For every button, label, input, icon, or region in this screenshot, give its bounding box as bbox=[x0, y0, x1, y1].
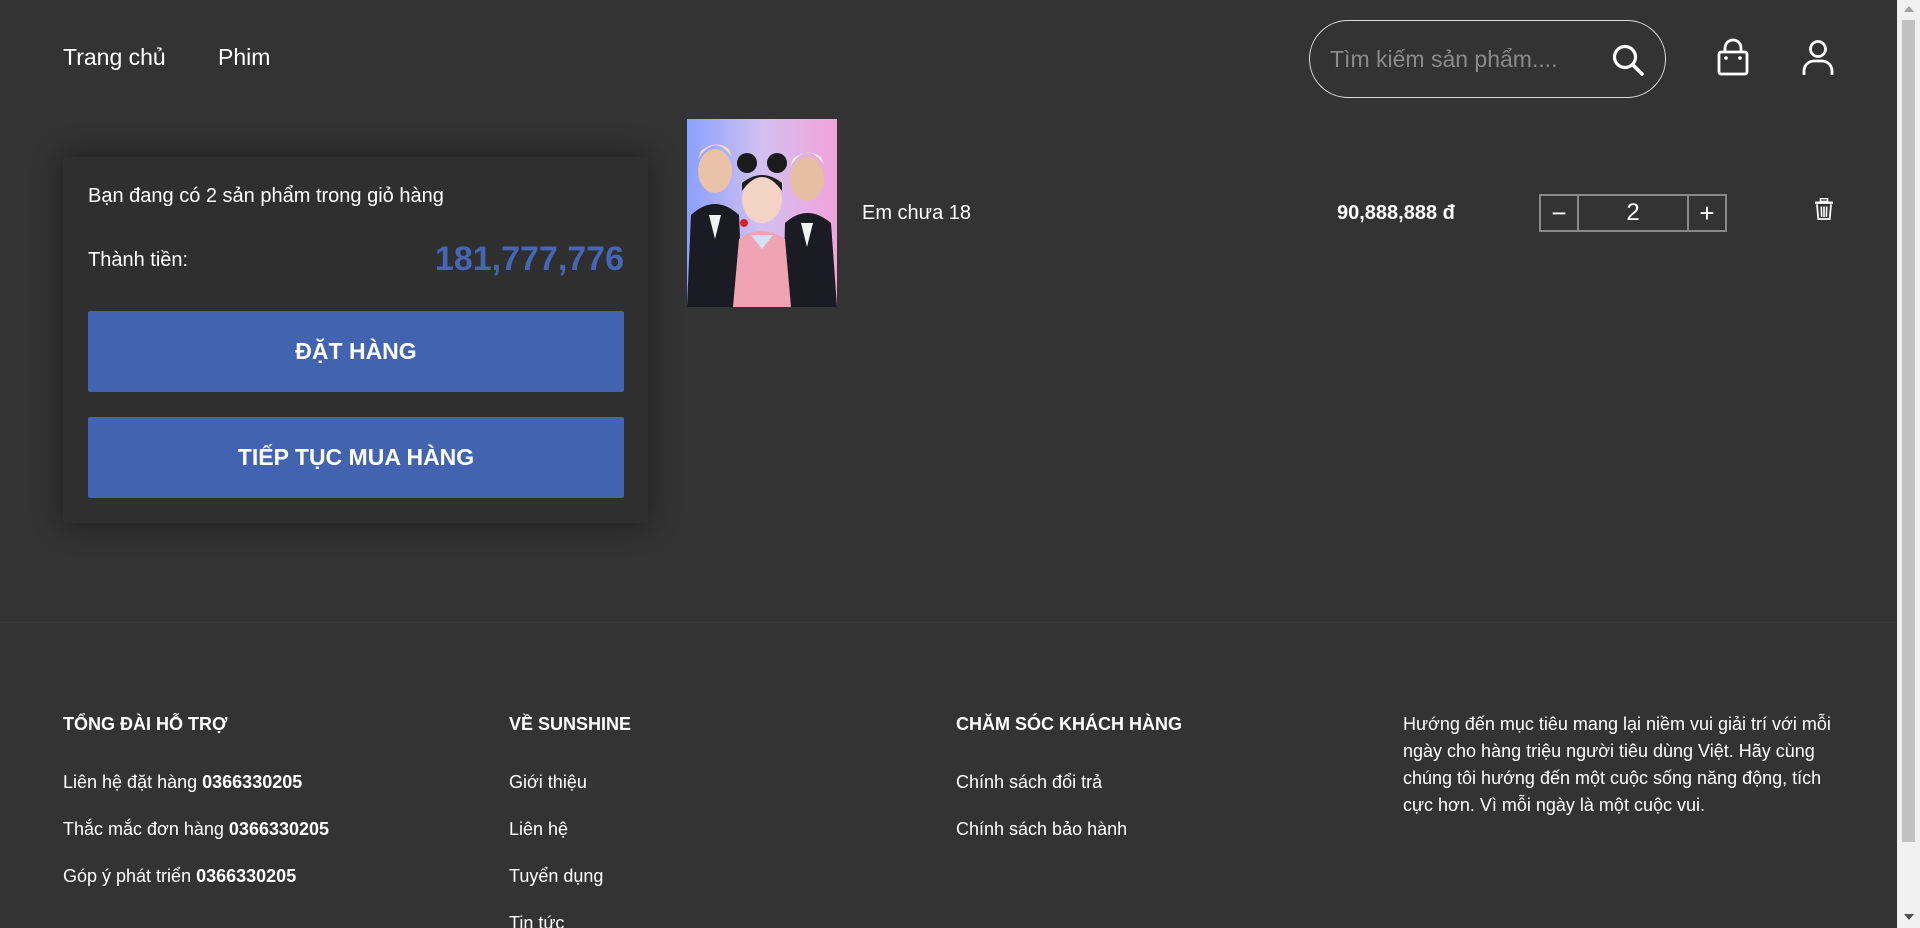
cart-summary-card: Bạn đang có 2 sản phẩm trong giỏ hàng Th… bbox=[63, 157, 648, 523]
place-order-button[interactable]: ĐẶT HÀNG bbox=[88, 311, 624, 392]
quantity-stepper: − 2 + bbox=[1539, 194, 1727, 232]
trash-icon[interactable] bbox=[1814, 198, 1834, 220]
quantity-value[interactable]: 2 bbox=[1577, 196, 1689, 230]
footer-support-order: Liên hệ đặt hàng 0366330205 bbox=[63, 772, 303, 792]
footer-link-return-policy[interactable]: Chính sách đổi trả bbox=[956, 772, 1102, 793]
nav-movies-link[interactable]: Phim bbox=[218, 44, 270, 71]
cart-count-text: Bạn đang có 2 sản phẩm trong giỏ hàng bbox=[88, 185, 444, 207]
user-icon[interactable] bbox=[1800, 38, 1836, 78]
support-phone[interactable]: 0366330205 bbox=[229, 819, 329, 839]
movie-poster-image[interactable] bbox=[687, 119, 837, 307]
footer-care-heading: CHĂM SÓC KHÁCH HÀNG bbox=[956, 714, 1182, 734]
support-phone[interactable]: 0366330205 bbox=[202, 772, 302, 792]
support-phone[interactable]: 0366330205 bbox=[196, 866, 296, 886]
search-input[interactable] bbox=[1330, 39, 1600, 79]
continue-shopping-button[interactable]: TIẾP TỤC MUA HÀNG bbox=[88, 417, 624, 498]
cart-item-price: 90,888,888 đ bbox=[1337, 202, 1455, 224]
quantity-increase-button[interactable]: + bbox=[1689, 196, 1725, 230]
quantity-decrease-button[interactable]: − bbox=[1541, 196, 1577, 230]
footer-link-careers[interactable]: Tuyển dụng bbox=[509, 866, 603, 887]
search-box bbox=[1309, 20, 1666, 98]
footer-link-warranty-policy[interactable]: Chính sách bảo hành bbox=[956, 819, 1127, 840]
footer-about-heading: VỀ SUNSHINE bbox=[509, 714, 632, 734]
total-label: Thành tiền: bbox=[88, 249, 189, 271]
cart-item-name[interactable]: Em chưa 18 bbox=[862, 202, 971, 225]
nav-home-link[interactable]: Trang chủ bbox=[63, 44, 166, 71]
search-icon[interactable] bbox=[1611, 43, 1645, 77]
page-scrollbar[interactable] bbox=[1897, 0, 1920, 928]
total-value: 181,777,776 bbox=[434, 240, 624, 278]
footer-support-inquiry: Thắc mắc đơn hàng 0366330205 bbox=[63, 819, 330, 839]
footer-link-news[interactable]: Tin tức bbox=[509, 913, 564, 928]
footer-link-about[interactable]: Giới thiệu bbox=[509, 772, 587, 793]
footer-link-contact[interactable]: Liên hệ bbox=[509, 819, 568, 840]
scroll-thumb[interactable] bbox=[1902, 20, 1915, 842]
footer-support-heading: TỔNG ĐÀI HỖ TRỢ bbox=[63, 714, 228, 734]
scroll-up-arrow[interactable] bbox=[1904, 6, 1914, 12]
footer-mission-text: Hướng đến mục tiêu mang lại niềm vui giả… bbox=[1403, 714, 1831, 815]
shopping-bag-icon[interactable] bbox=[1715, 38, 1751, 78]
footer-support-feedback: Góp ý phát triển 0366330205 bbox=[63, 866, 297, 886]
scroll-down-arrow[interactable] bbox=[1904, 914, 1914, 920]
footer-divider bbox=[0, 622, 1897, 623]
